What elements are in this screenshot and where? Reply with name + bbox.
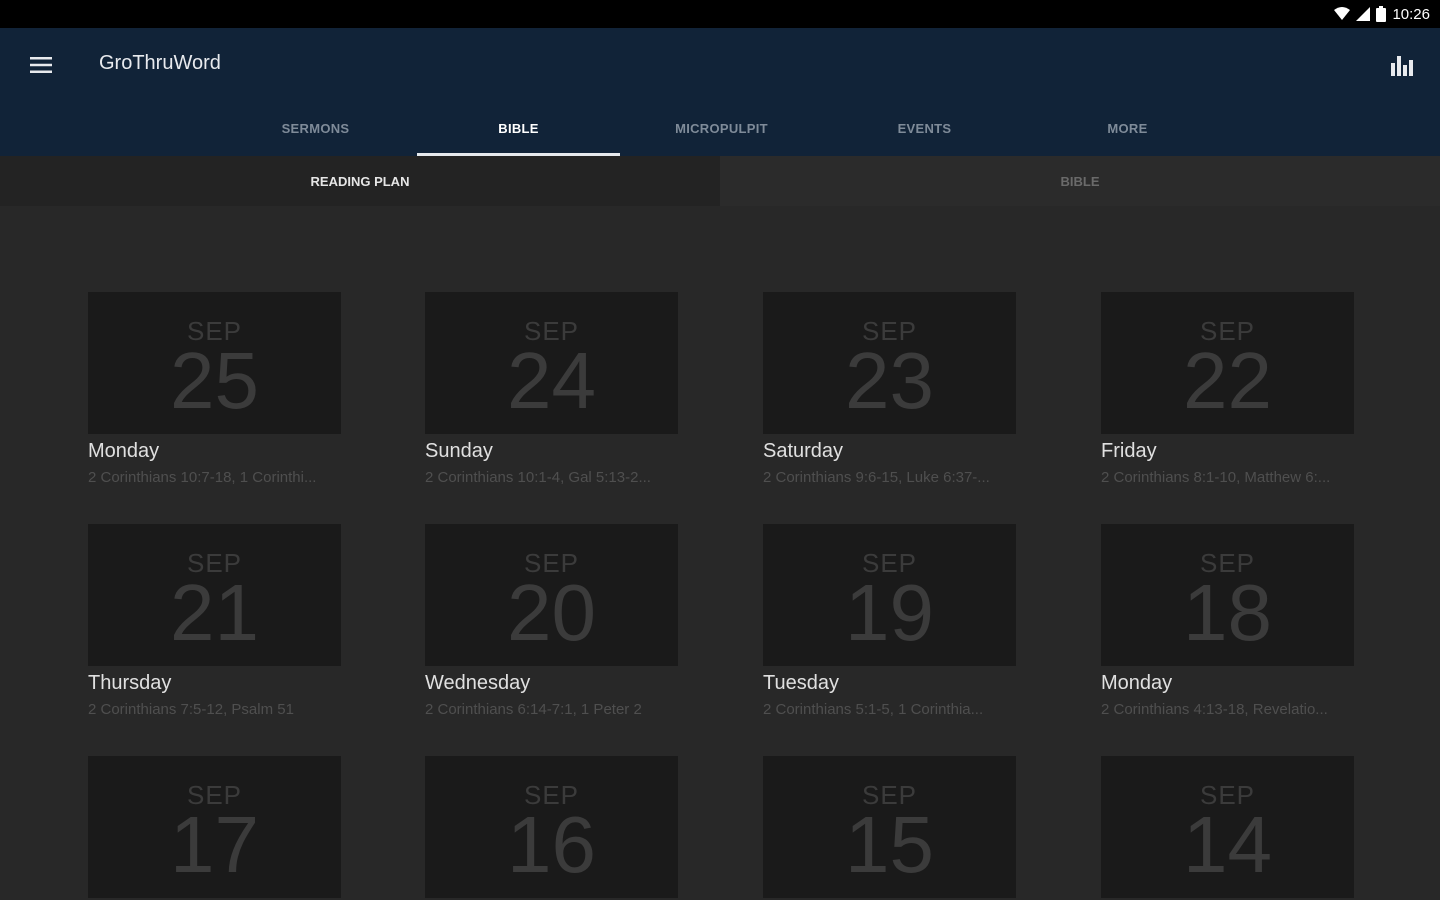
reading-card[interactable]: SEP 24 Sunday 2 Corinthians 10:1-4, Gal … — [425, 292, 678, 486]
card-weekday: Wednesday — [425, 672, 531, 694]
card-readings: 2 Corinthians 8:1-10, Matthew 6:... — [1101, 469, 1331, 486]
app-title: GroThruWord — [99, 52, 221, 74]
card-weekday: Monday — [1101, 672, 1173, 694]
date-tile: SEP 17 — [88, 756, 341, 898]
menu-button[interactable] — [20, 44, 62, 86]
tile-date: 23 — [845, 336, 934, 425]
card-weekday: Tuesday — [763, 672, 839, 694]
card-readings: 2 Corinthians 6:14-7:1, 1 Peter 2 — [425, 701, 642, 718]
date-tile: SEP 20 — [425, 524, 678, 666]
date-tile: SEP 24 — [425, 292, 678, 434]
main-tabs: SERMONS BIBLE MICROPULPIT EVENTS MORE — [214, 100, 1229, 156]
tab-bible[interactable]: BIBLE — [417, 100, 620, 156]
reading-card[interactable]: SEP 22 Friday 2 Corinthians 8:1-10, Matt… — [1101, 292, 1354, 486]
card-readings: 2 Corinthians 9:6-15, Luke 6:37-... — [763, 469, 990, 486]
reading-card[interactable]: SEP 19 Tuesday 2 Corinthians 5:1-5, 1 Co… — [763, 524, 1016, 718]
date-tile: SEP 19 — [763, 524, 1016, 666]
bar-chart-icon — [1391, 56, 1413, 76]
stats-button[interactable] — [1380, 46, 1424, 86]
reading-card[interactable]: SEP 16 — [425, 756, 678, 898]
tile-date: 14 — [1183, 800, 1272, 889]
tile-date: 15 — [845, 800, 934, 889]
reading-card[interactable]: SEP 23 Saturday 2 Corinthians 9:6-15, Lu… — [763, 292, 1016, 486]
status-icons: 10:26 — [1334, 5, 1430, 23]
hamburger-menu-icon — [30, 57, 52, 73]
date-tile: SEP 22 — [1101, 292, 1354, 434]
date-tile: SEP 21 — [88, 524, 341, 666]
tile-date: 24 — [507, 336, 596, 425]
tile-date: 17 — [170, 800, 259, 889]
date-tile: SEP 18 — [1101, 524, 1354, 666]
tab-micropulpit[interactable]: MICROPULPIT — [620, 100, 823, 156]
date-tile: SEP 16 — [425, 756, 678, 898]
reading-card[interactable]: SEP 17 — [88, 756, 341, 898]
date-tile: SEP 14 — [1101, 756, 1354, 898]
signal-icon — [1356, 7, 1371, 21]
tile-date: 18 — [1183, 568, 1272, 657]
tile-date: 20 — [507, 568, 596, 657]
date-tile: SEP 15 — [763, 756, 1016, 898]
card-weekday: Sunday — [425, 440, 493, 462]
tile-date: 21 — [170, 568, 259, 657]
tile-date: 22 — [1183, 336, 1272, 425]
tab-more[interactable]: MORE — [1026, 100, 1229, 156]
card-weekday: Monday — [88, 440, 160, 462]
wifi-icon — [1334, 7, 1351, 20]
card-readings: 2 Corinthians 10:1-4, Gal 5:13-2... — [425, 469, 651, 486]
sub-tabs: READING PLAN BIBLE — [0, 156, 1440, 206]
subtab-reading-plan[interactable]: READING PLAN — [0, 156, 720, 206]
card-weekday: Thursday — [88, 672, 172, 694]
date-tile: SEP 25 — [88, 292, 341, 434]
status-bar: 10:26 — [0, 0, 1440, 28]
tile-date: 16 — [507, 800, 596, 889]
reading-card[interactable]: SEP 14 — [1101, 756, 1354, 898]
tile-date: 25 — [170, 336, 259, 425]
card-readings: 2 Corinthians 7:5-12, Psalm 51 — [88, 701, 294, 718]
card-weekday: Friday — [1101, 440, 1157, 462]
subtab-bible[interactable]: BIBLE — [720, 156, 1440, 206]
reading-card[interactable]: SEP 21 Thursday 2 Corinthians 7:5-12, Ps… — [88, 524, 341, 718]
card-readings: 2 Corinthians 5:1-5, 1 Corinthia... — [763, 701, 984, 718]
date-tile: SEP 23 — [763, 292, 1016, 434]
battery-icon — [1376, 6, 1387, 22]
reading-card[interactable]: SEP 18 Monday 2 Corinthians 4:13-18, Rev… — [1101, 524, 1354, 718]
app-bar: GroThruWord SERMONS BIBLE MICROPULPIT EV… — [0, 28, 1440, 156]
status-time: 10:26 — [1392, 5, 1430, 23]
reading-card[interactable]: SEP 20 Wednesday 2 Corinthians 6:14-7:1,… — [425, 524, 678, 718]
tile-date: 19 — [845, 568, 934, 657]
card-readings: 2 Corinthians 4:13-18, Revelatio... — [1101, 701, 1328, 718]
reading-card[interactable]: SEP 15 — [763, 756, 1016, 898]
card-weekday: Saturday — [763, 440, 844, 462]
tab-events[interactable]: EVENTS — [823, 100, 1026, 156]
tab-sermons[interactable]: SERMONS — [214, 100, 417, 156]
card-readings: 2 Corinthians 10:7-18, 1 Corinthi... — [88, 469, 317, 486]
reading-card[interactable]: SEP 25 Monday 2 Corinthians 10:7-18, 1 C… — [88, 292, 341, 486]
